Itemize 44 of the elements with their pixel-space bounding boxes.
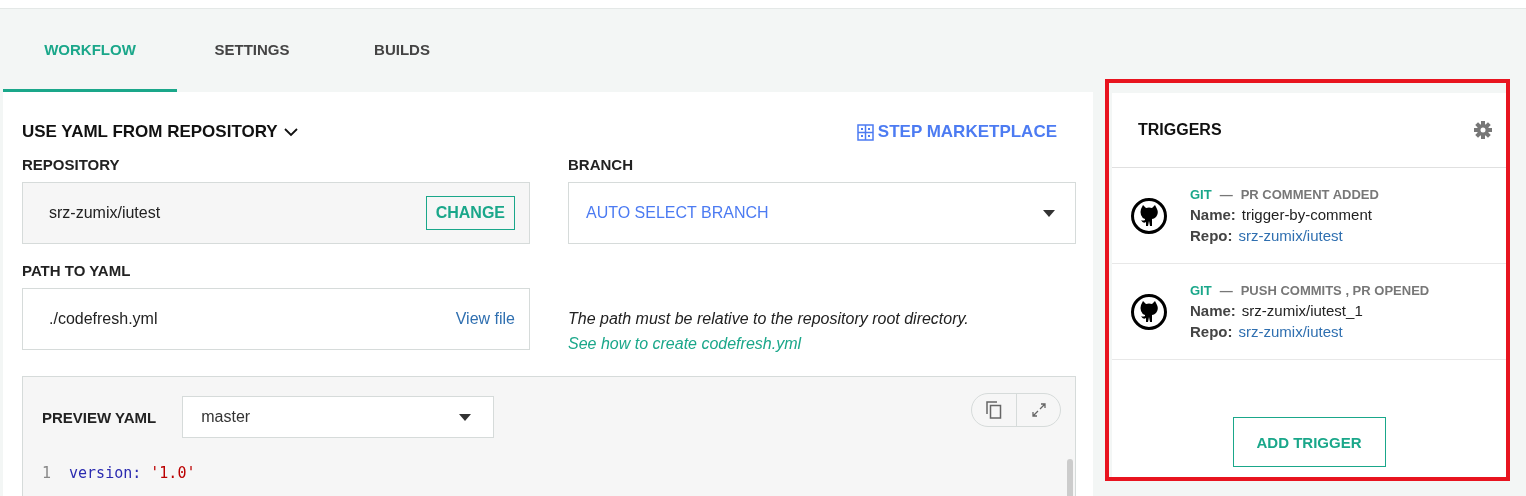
marketplace-link[interactable]: STEP MARKETPLACE <box>856 122 1057 142</box>
path-value: ./codefresh.yml <box>49 310 158 328</box>
trigger-events: PUSH COMMITS , PR OPENED <box>1240 283 1430 298</box>
cat-logo-icon <box>1130 292 1168 331</box>
branch-select[interactable]: master <box>182 396 495 438</box>
view-file-link[interactable]: View file <box>455 310 515 328</box>
code-line: version: '1.0' <box>69 464 196 482</box>
preview-label: PREVIEW YAML <box>42 408 157 426</box>
trigger-item[interactable]: GIT — PUSH COMMITS , PR OPENED Name: srz-zumix/iutest_1 Repo: srz-zumix/iutest <box>1112 264 1506 360</box>
caret-icon <box>459 413 472 421</box>
repo-label: Repo: <box>1190 227 1233 244</box>
path-field[interactable]: ./codefresh.yml View file <box>22 288 530 350</box>
cat-logo-icon <box>1130 196 1168 235</box>
tab[interactable]: SETTINGS <box>177 9 327 92</box>
settings-icon[interactable] <box>1474 121 1492 139</box>
name-label: Name: <box>1190 206 1236 223</box>
chevron-down-icon <box>283 127 298 137</box>
dash: — <box>1219 187 1233 202</box>
trigger-type: GIT <box>1190 187 1212 202</box>
path-hint: The path must be relative to the repository root directory. See how to create codefresh.yml <box>568 309 970 354</box>
trigger-name: srz-zumix/iutest_1 <box>1241 302 1363 319</box>
repo-label: Repo: <box>1190 323 1233 340</box>
trigger-item[interactable]: GIT — PR COMMENT ADDED Name: trigger-by-comment Repo: srz-zumix/iutest <box>1112 168 1506 264</box>
field-label: BRANCH <box>568 156 634 173</box>
panel-title: TRIGGERS <box>1138 121 1222 139</box>
repo-link[interactable]: srz-zumix/iutest <box>1238 227 1343 244</box>
line-number: 1 <box>42 464 52 482</box>
change-button[interactable]: CHANGE <box>425 196 515 230</box>
branch-dropdown[interactable]: AUTO SELECT BRANCH <box>568 182 1076 244</box>
field-label: REPOSITORY <box>22 156 121 173</box>
source-dropdown[interactable]: USE YAML FROM REPOSITORY <box>22 122 298 142</box>
add-trigger-button[interactable]: ADD TRIGGER <box>1232 417 1386 467</box>
grid-icon <box>856 123 874 141</box>
caret-icon <box>1043 209 1055 217</box>
tab[interactable]: BUILDS <box>327 9 477 92</box>
help-link[interactable]: See how to create codefresh.yml <box>568 335 801 352</box>
field-label: PATH TO YAML <box>22 262 132 279</box>
trigger-events: PR COMMENT ADDED <box>1240 187 1379 202</box>
trigger-type: GIT <box>1190 283 1212 298</box>
repository-value: srz-zumix/iutest <box>49 204 161 222</box>
name-label: Name: <box>1190 302 1236 319</box>
trigger-name: trigger-by-comment <box>1241 206 1372 223</box>
repo-link[interactable]: srz-zumix/iutest <box>1238 323 1343 340</box>
dash: — <box>1219 283 1233 298</box>
